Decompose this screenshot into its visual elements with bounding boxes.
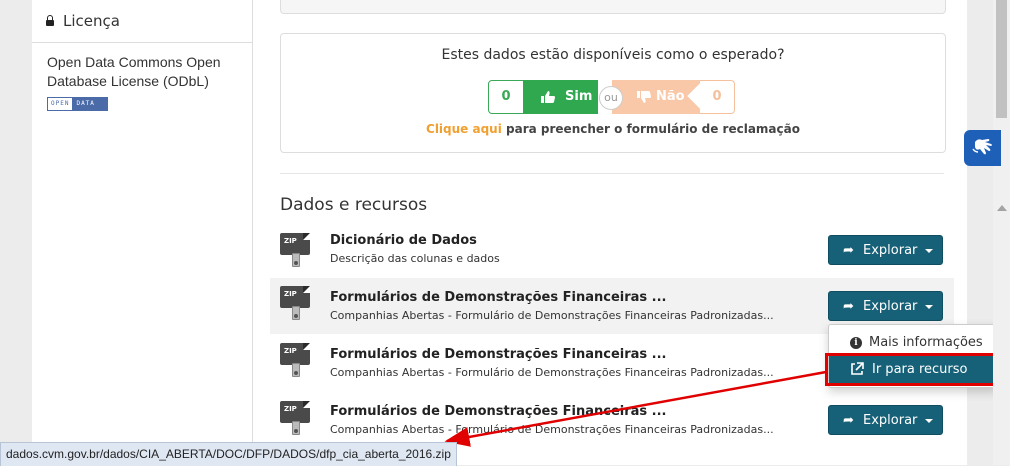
browser-status-url: dados.cvm.gov.br/dados/CIA_ABERTA/DOC/DF…: [0, 442, 457, 466]
annotation-arrow: [444, 370, 827, 447]
scrollbar-thumb[interactable]: [996, 0, 1007, 118]
scroll-up-arrow-icon[interactable]: [997, 205, 1007, 211]
accessibility-widget[interactable]: [964, 130, 1001, 166]
or-separator: ou: [599, 86, 623, 110]
sign-language-icon: [972, 139, 992, 155]
page-scrollbar[interactable]: [993, 0, 1010, 465]
